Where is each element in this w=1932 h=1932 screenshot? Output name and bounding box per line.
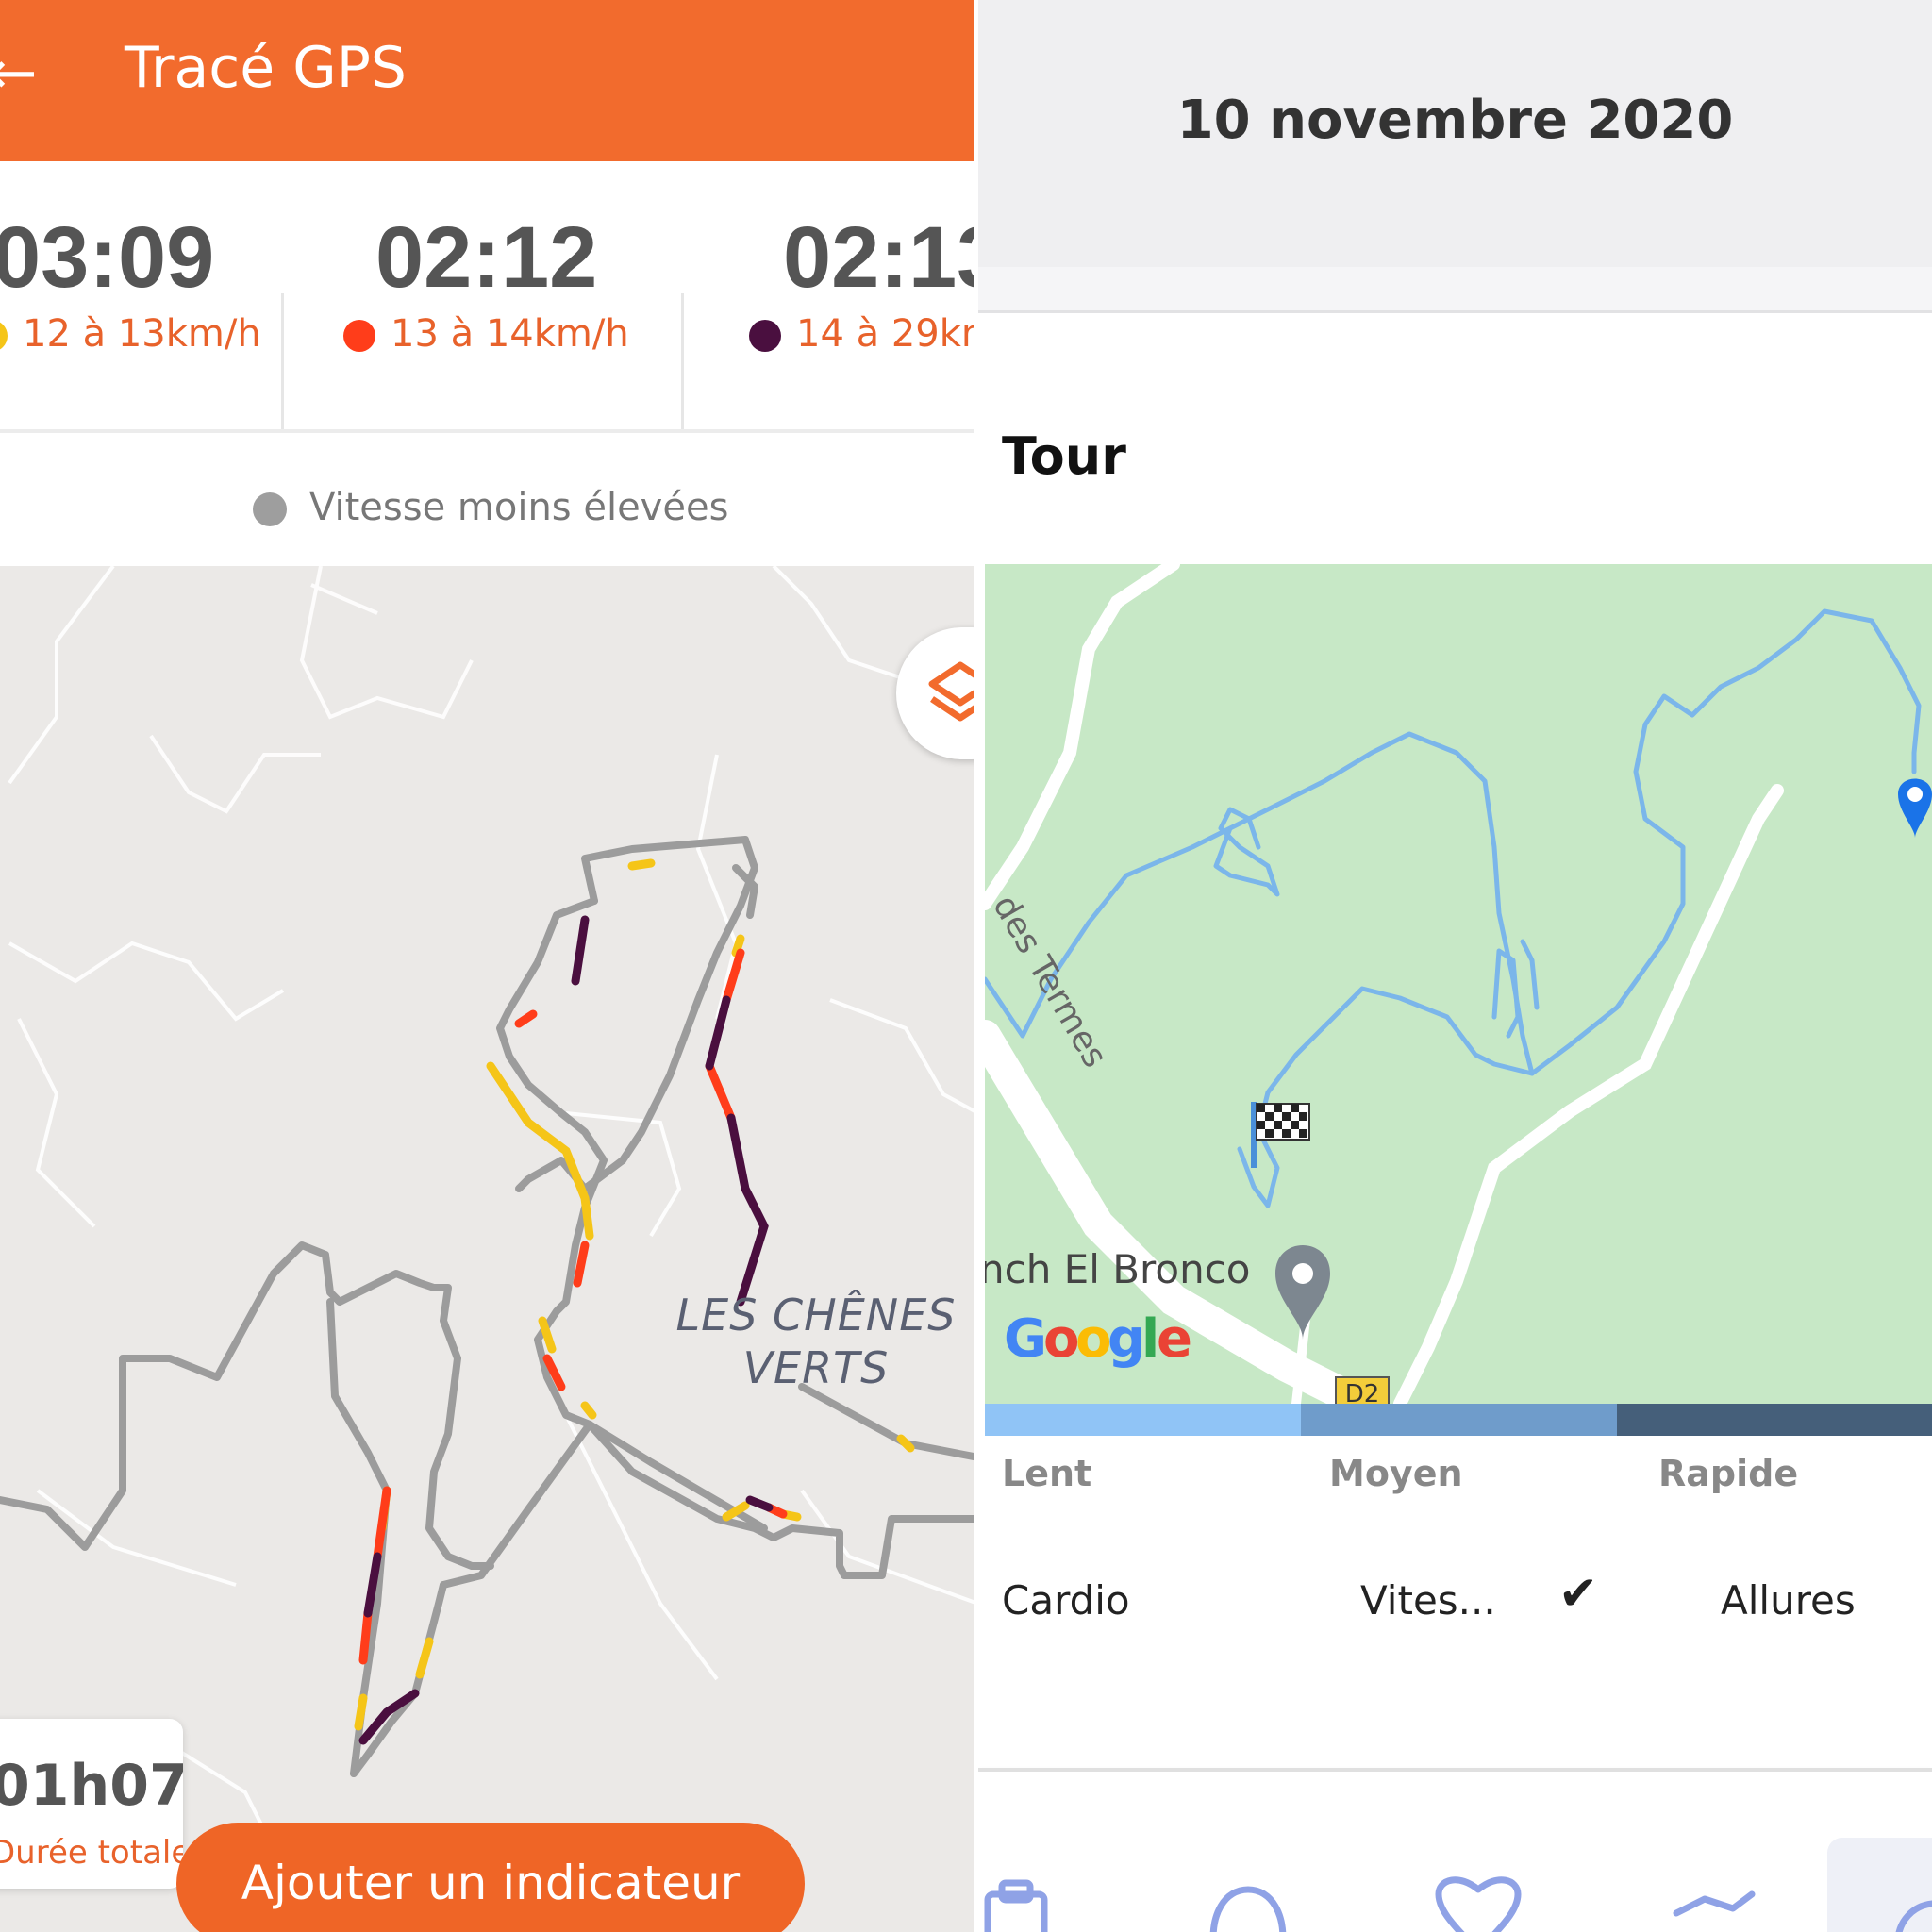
checkmark-icon: ✔ bbox=[1558, 1566, 1598, 1621]
clipboard-icon[interactable] bbox=[984, 1879, 1048, 1932]
stat-time-1: 03:09 bbox=[0, 209, 215, 306]
stat-label-3: 14 à 29km/h bbox=[749, 312, 978, 356]
place-label: Ranch El Bronco bbox=[985, 1246, 1251, 1292]
checkered-flag-icon bbox=[1251, 1102, 1310, 1168]
speed-label-medium: Moyen bbox=[1329, 1453, 1463, 1494]
speed-label-fast: Rapide bbox=[1658, 1453, 1799, 1494]
divider bbox=[681, 293, 684, 430]
tab-speed[interactable]: Vites... bbox=[1360, 1577, 1496, 1624]
bottom-nav bbox=[978, 1772, 1932, 1932]
divider bbox=[978, 267, 1932, 313]
bottom-nav-icons bbox=[984, 1838, 1932, 1932]
speed-dot-yellow bbox=[0, 320, 8, 352]
svg-text:e: e bbox=[1157, 1308, 1192, 1370]
map-pin-icon bbox=[1898, 778, 1932, 838]
speed-segment-fast bbox=[1617, 1404, 1932, 1436]
speed-stats-strip: 03:09 12 à 13km/h 02:12 13 à 14km/h 02:1… bbox=[0, 161, 978, 434]
arrow-left-icon[interactable]: ← bbox=[0, 43, 38, 104]
map-place-label: LES CHÊNES VERTS bbox=[675, 1290, 957, 1393]
stat-time-2: 02:12 bbox=[375, 209, 598, 306]
svg-text:D2: D2 bbox=[1345, 1380, 1380, 1404]
section-title: Tour bbox=[1002, 426, 1126, 486]
map-canvas: D2 des Termes Ranch El Bronco G o o g l … bbox=[978, 558, 1932, 1420]
svg-text:g: g bbox=[1108, 1308, 1145, 1370]
heart-icon[interactable] bbox=[1435, 1876, 1522, 1932]
svg-text:o: o bbox=[1043, 1308, 1079, 1370]
horse-jump-icon[interactable] bbox=[1673, 1890, 1756, 1932]
stat-label-2: 13 à 14km/h bbox=[343, 312, 629, 356]
stat-label-1: 12 à 13km/h bbox=[0, 312, 261, 356]
date-header: 10 novembre 2020 bbox=[978, 0, 1932, 267]
speed-dot-red bbox=[343, 320, 375, 352]
tab-cardio[interactable]: Cardio bbox=[1002, 1577, 1130, 1624]
speed-scale-bar bbox=[985, 1404, 1932, 1436]
tab-paces[interactable]: Allures bbox=[1721, 1577, 1856, 1624]
speed-segment-medium bbox=[1301, 1404, 1617, 1436]
stat-time-3: 02:13 bbox=[783, 209, 978, 306]
place-pin-icon bbox=[1275, 1245, 1330, 1340]
top-app-bar: ← Tracé GPS bbox=[0, 0, 978, 161]
divider bbox=[0, 429, 978, 433]
divider bbox=[281, 293, 284, 430]
route-badge: D2 bbox=[1335, 1376, 1390, 1408]
google-logo: G o o g l e bbox=[1004, 1308, 1192, 1370]
ride-detail-panel: 10 novembre 2020 Tour D2 des Termes nch … bbox=[978, 0, 1932, 1932]
speed-dot-purple bbox=[749, 320, 781, 352]
speed-dot-gray bbox=[253, 492, 287, 526]
svg-text:o: o bbox=[1075, 1308, 1111, 1370]
add-indicator-button[interactable]: Ajouter un indicateur bbox=[176, 1823, 805, 1932]
duration-value: 01h07 bbox=[0, 1753, 183, 1819]
horseshoe-icon[interactable] bbox=[1209, 1886, 1287, 1932]
svg-text:G: G bbox=[1004, 1308, 1047, 1370]
ride-date: 10 novembre 2020 bbox=[1176, 90, 1734, 151]
ride-map[interactable]: D2 des Termes Ranch El Bronco G o o g l … bbox=[978, 558, 1932, 1420]
duration-label: Durée totale bbox=[0, 1834, 183, 1872]
speed-segment-slow bbox=[985, 1404, 1301, 1436]
page-title: Tracé GPS bbox=[125, 35, 408, 101]
duration-card: 01h07 Durée totale bbox=[0, 1719, 183, 1889]
slow-speed-legend: Vitesse moins élevées bbox=[253, 486, 728, 529]
speed-label-slow: Lent bbox=[1002, 1453, 1092, 1494]
layers-icon bbox=[928, 661, 978, 722]
gps-trace-panel: ← Tracé GPS 03:09 12 à 13km/h 02:12 13 à… bbox=[0, 0, 978, 1932]
